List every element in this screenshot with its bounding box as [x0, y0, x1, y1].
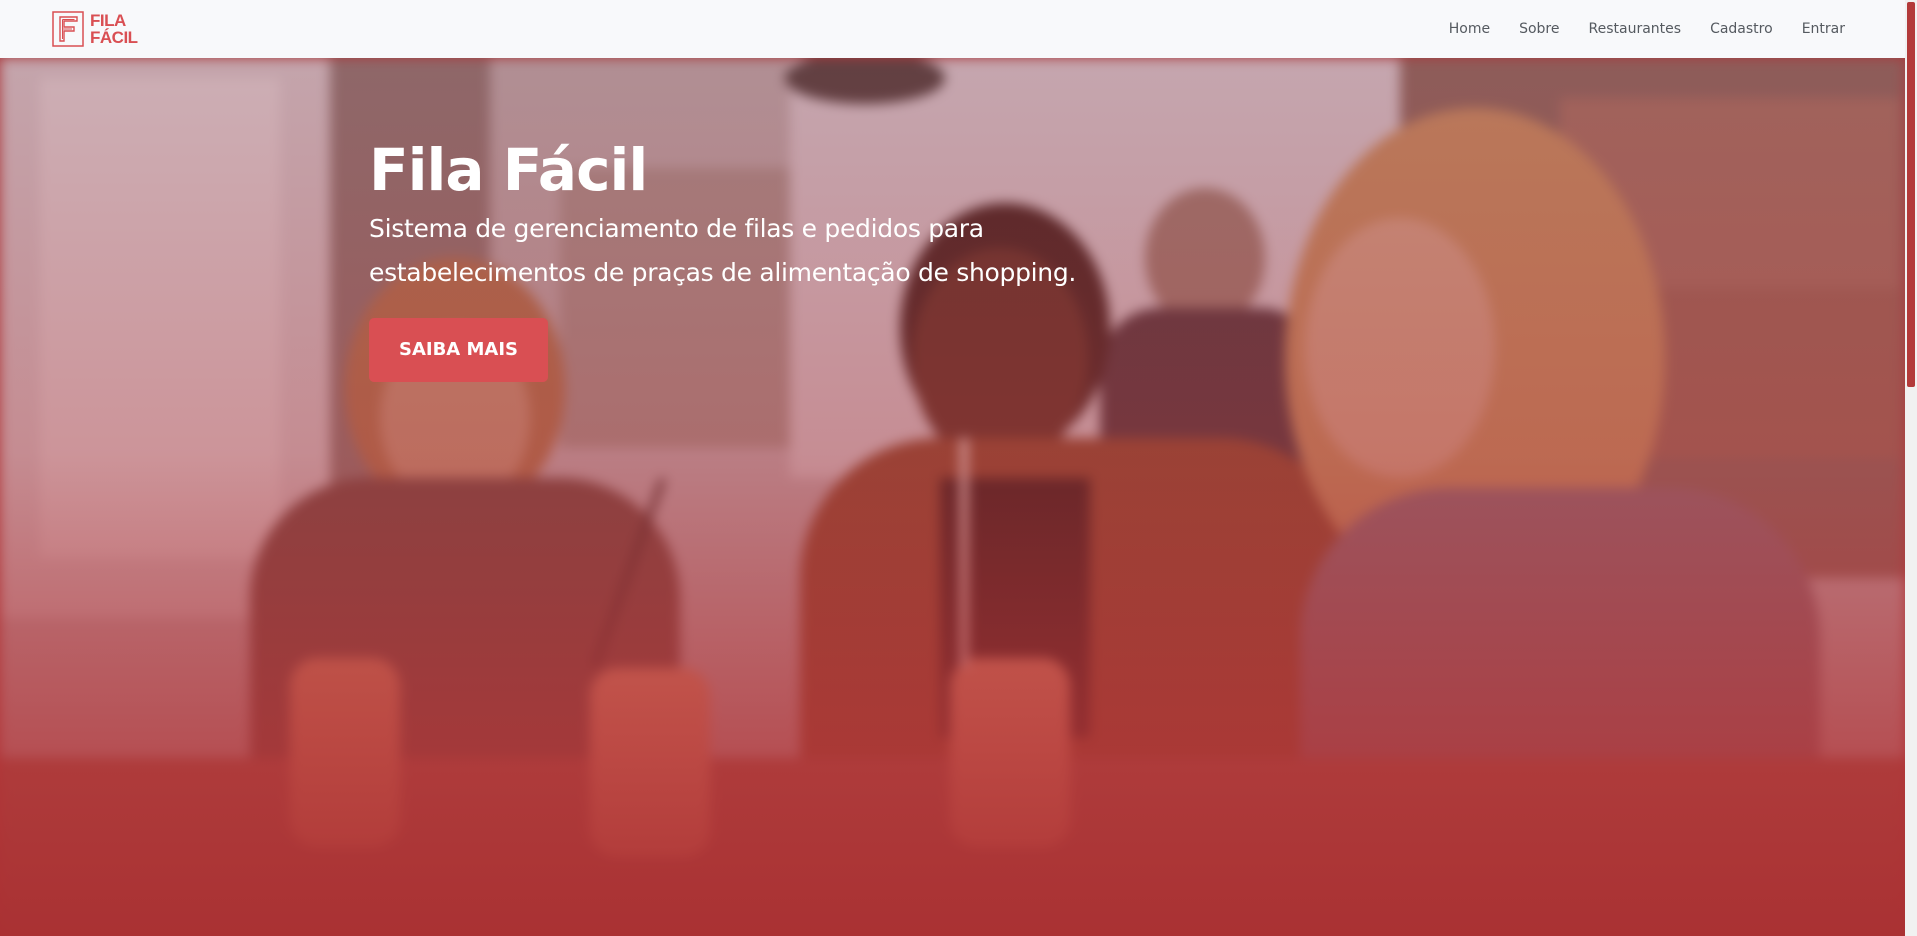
- page: FILA FÁCIL Home Sobre Restaurantes Cadas…: [0, 0, 1917, 936]
- brand-name-line1: FILA: [90, 11, 126, 30]
- nav-link-cadastro[interactable]: Cadastro: [1710, 21, 1773, 37]
- top-navbar: FILA FÁCIL Home Sobre Restaurantes Cadas…: [0, 0, 1905, 58]
- hero-subtitle: Sistema de gerenciamento de filas e pedi…: [369, 214, 1077, 287]
- hero-section: Fila Fácil Sistema de gerenciamento de f…: [0, 58, 1905, 936]
- nav-link-sobre[interactable]: Sobre: [1519, 21, 1559, 37]
- nav-links: Home Sobre Restaurantes Cadastro Entrar: [1449, 21, 1845, 37]
- brand-logo-link[interactable]: FILA FÁCIL: [52, 11, 138, 47]
- nav-link-home[interactable]: Home: [1449, 21, 1490, 37]
- fila-facil-logo-icon: [52, 11, 84, 47]
- nav-link-entrar[interactable]: Entrar: [1802, 21, 1845, 37]
- scrollbar-thumb[interactable]: [1907, 2, 1915, 387]
- page-scrollbar[interactable]: [1905, 0, 1917, 936]
- hero-title: Fila Fácil: [369, 136, 648, 204]
- brand-name-line2: FÁCIL: [90, 28, 138, 47]
- hero-content: Fila Fácil Sistema de gerenciamento de f…: [369, 133, 1129, 382]
- nav-link-restaurantes[interactable]: Restaurantes: [1589, 21, 1682, 37]
- brand-name: FILA FÁCIL: [90, 12, 138, 46]
- saiba-mais-button[interactable]: SAIBA MAIS: [369, 318, 549, 382]
